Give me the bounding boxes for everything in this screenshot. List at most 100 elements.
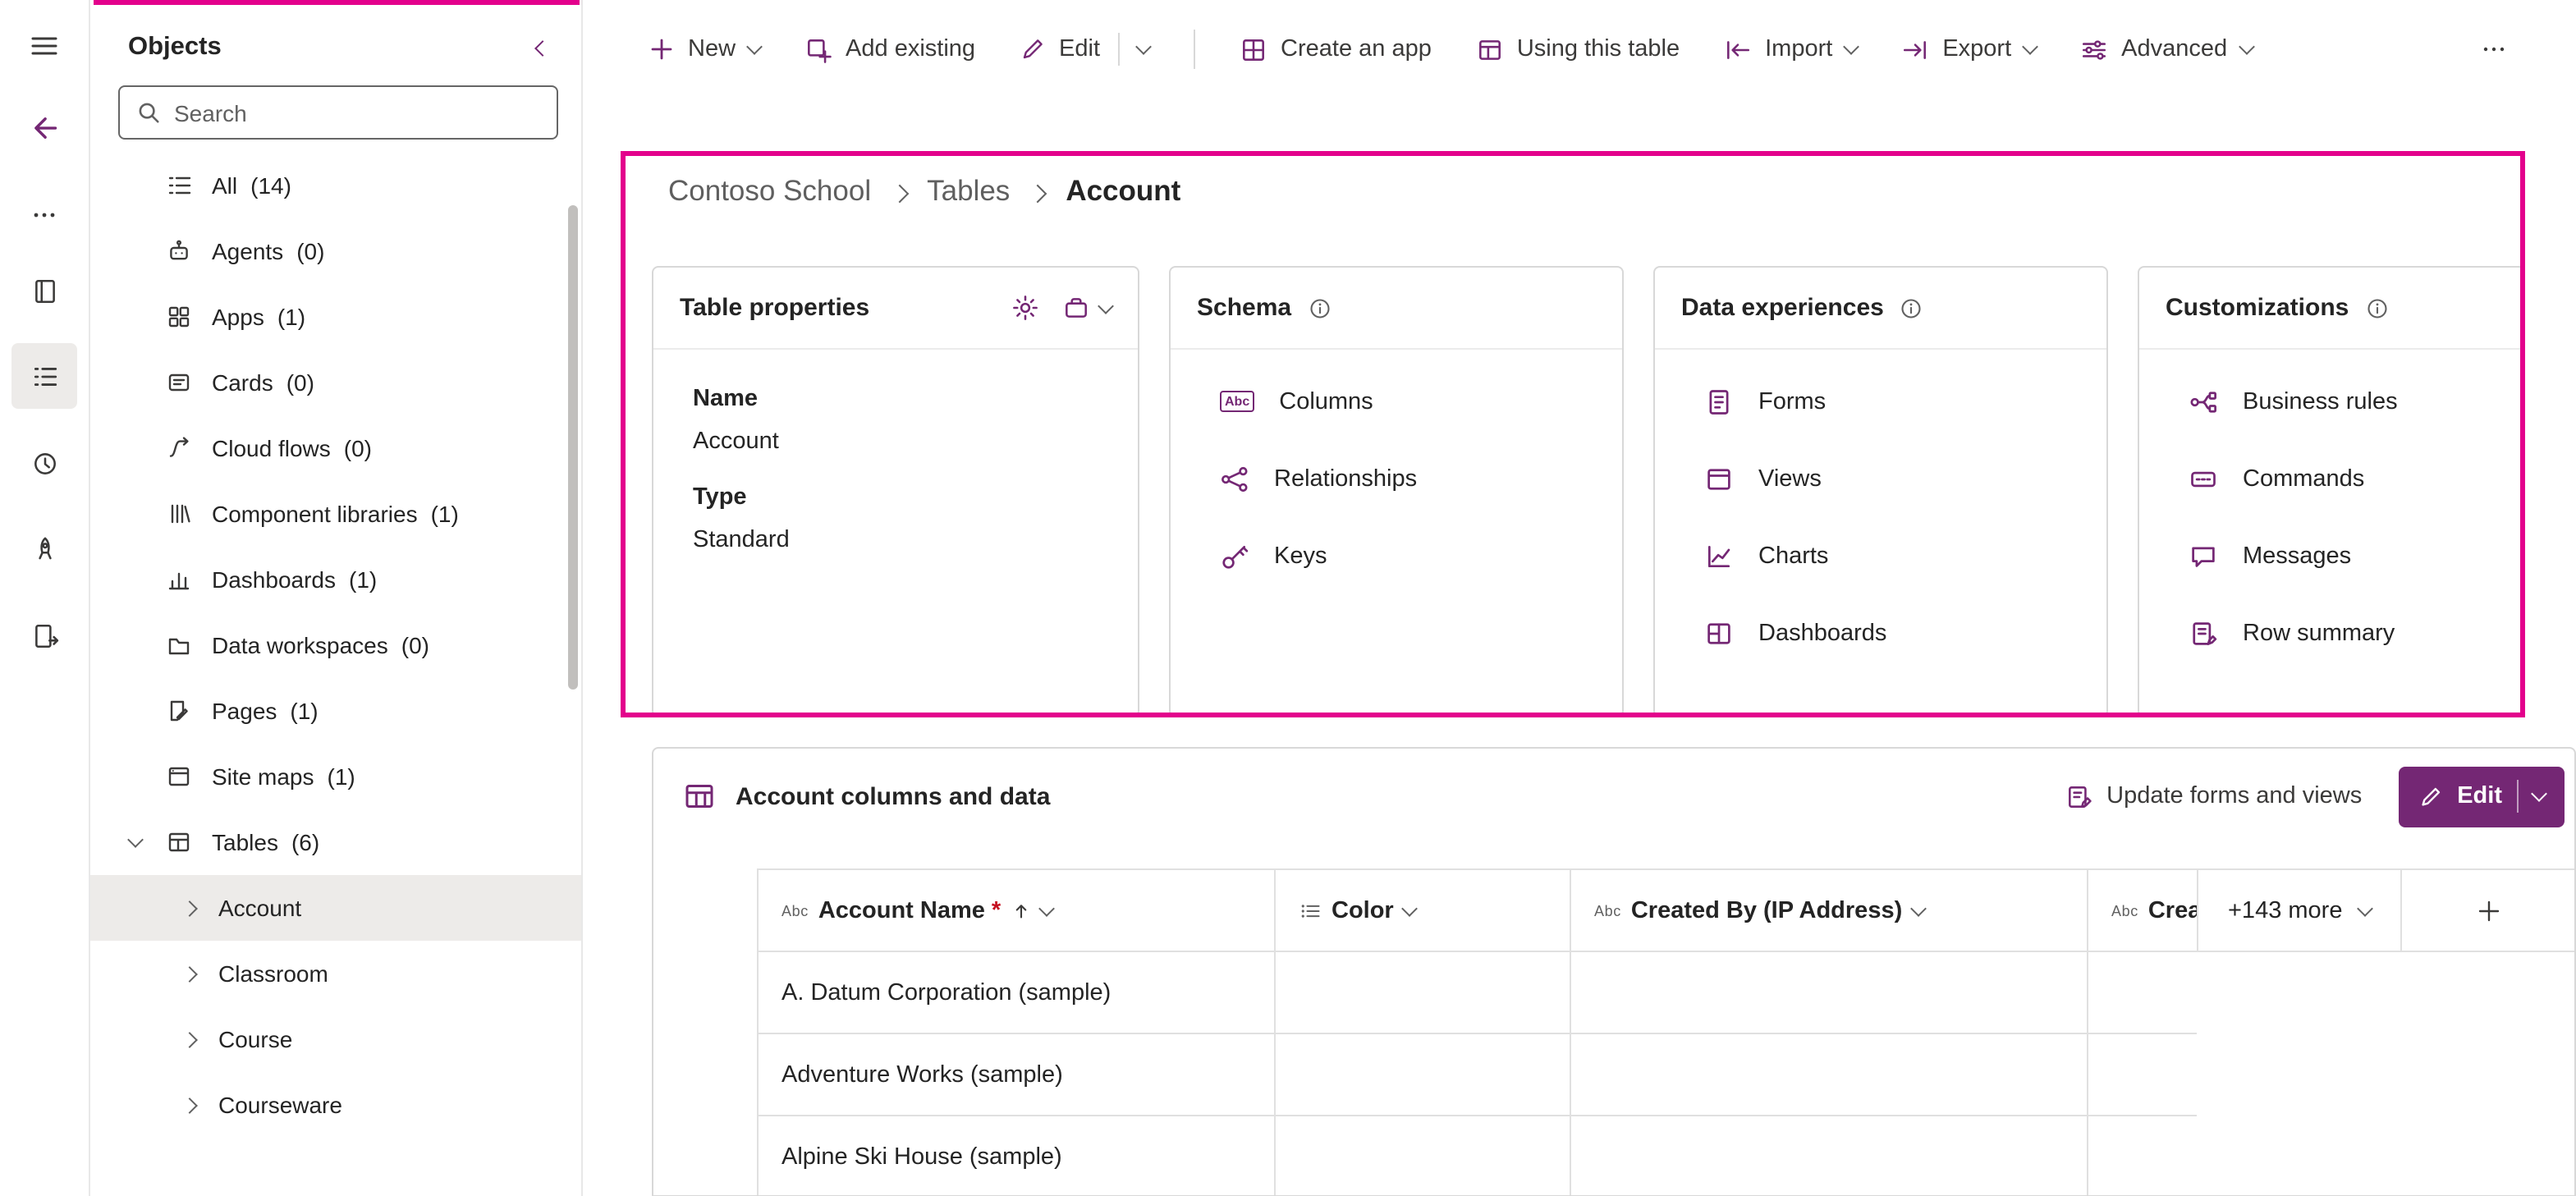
column-header-account-name[interactable]: Abc Account Name * [759,870,1276,951]
sidebar-item-all[interactable]: All (14) [90,153,581,218]
advanced-button[interactable]: Advanced [2080,35,2252,63]
account-name-cell[interactable]: A. Datum Corporation (sample) [759,952,1276,1033]
new-button[interactable]: New [649,36,760,62]
sidebar-item-count: (0) [401,632,429,658]
messages-link[interactable]: Messages [2139,517,2523,594]
search-input[interactable] [174,99,540,126]
message-bubble-icon [2189,541,2218,571]
command-bar-overflow-button[interactable] [2481,36,2507,62]
sidebar-item-count: (1) [349,566,377,593]
chevron-down-icon[interactable] [1138,46,1149,53]
dashboards-link[interactable]: Dashboards [1655,594,2106,671]
table-row[interactable]: Alpine Ski House (sample) [759,1116,2197,1196]
info-icon[interactable] [2365,296,2388,319]
add-existing-label: Add existing [846,36,975,62]
schema-keys-link[interactable]: Keys [1171,517,1622,594]
chevron-down-icon[interactable] [1404,907,1415,914]
bar-chart-icon [166,566,192,593]
truncated-cell[interactable] [2088,1034,2198,1115]
rail-export-solution-button[interactable] [11,603,77,668]
import-button[interactable]: Import [1724,35,1857,63]
sidebar-item-component-libraries[interactable]: Component libraries (1) [90,481,581,547]
update-forms-and-views-button[interactable]: Update forms and views [2065,782,2362,810]
sidebar-item-data-workspaces[interactable]: Data workspaces (0) [90,612,581,678]
account-name-cell[interactable]: Adventure Works (sample) [759,1034,1276,1115]
created-by-ip-cell[interactable] [1571,1034,2088,1115]
sidebar-item-cards[interactable]: Cards (0) [90,350,581,415]
table-hub-cards: Table properties Name Account Type Stand… [652,266,2525,717]
sidebar-item-tables[interactable]: Tables (6) [90,809,581,875]
sidebar-scrollbar[interactable] [568,205,578,690]
column-header-truncated[interactable]: Abc Crea [2088,870,2198,951]
sidebar-item-table-classroom[interactable]: Classroom [90,941,581,1006]
info-icon[interactable] [1900,296,1923,319]
sidebar-item-site-maps[interactable]: Site maps (1) [90,744,581,809]
sidebar-item-agents[interactable]: Agents (0) [90,218,581,284]
breadcrumb-solution[interactable]: Contoso School [668,174,871,208]
forms-link[interactable]: Forms [1655,363,2106,440]
sidebar-item-table-course[interactable]: Course [90,1006,581,1072]
sidebar-item-table-account[interactable]: Account [90,875,581,941]
edit-data-button[interactable]: Edit [2398,766,2565,827]
create-an-app-button[interactable]: Create an app [1240,35,1432,63]
breadcrumb-tables[interactable]: Tables [927,174,1010,208]
color-cell[interactable] [1276,1116,1571,1196]
rail-history-button[interactable] [11,430,77,496]
back-arrow-icon [30,113,59,143]
sidebar-search[interactable] [118,85,558,140]
truncated-cell[interactable] [2088,1116,2198,1196]
business-rules-link[interactable]: Business rules [2139,363,2523,440]
chevron-down-icon[interactable] [2533,793,2545,800]
card-item-label: Messages [2243,543,2351,569]
hamburger-menu-button[interactable] [11,13,77,79]
sidebar-item-pages[interactable]: Pages (1) [90,678,581,744]
schema-relationships-link[interactable]: Relationships [1171,440,1622,517]
page-export-icon [30,621,58,649]
sidebar-item-dashboards[interactable]: Dashboards (1) [90,547,581,612]
using-this-table-button[interactable]: Using this table [1476,35,1680,63]
created-by-ip-cell[interactable] [1571,952,2088,1033]
folder-icon [166,632,192,658]
rail-more-button[interactable] [11,182,77,248]
sidebar-item-apps[interactable]: Apps (1) [90,284,581,350]
add-existing-icon [804,35,832,63]
column-header-color[interactable]: Color [1276,870,1571,951]
text-type-icon: Abc [782,902,809,919]
column-header-created-by-ip[interactable]: Abc Created By (IP Address) [1571,870,2088,951]
rail-environments-button[interactable] [11,258,77,323]
add-column-button[interactable] [2401,870,2576,951]
chevron-down-icon[interactable] [1912,907,1923,914]
table-row[interactable]: Adventure Works (sample) [759,1034,2197,1116]
settings-gear-icon[interactable] [1011,294,1039,322]
edit-split-button[interactable]: Edit [1020,33,1149,66]
chevron-down-icon[interactable] [1040,907,1052,914]
commands-link[interactable]: Commands [2139,440,2523,517]
color-cell[interactable] [1276,952,1571,1033]
tools-dropdown[interactable] [1062,294,1112,322]
rail-objects-button[interactable] [11,343,77,409]
charts-link[interactable]: Charts [1655,517,2106,594]
color-cell[interactable] [1276,1034,1571,1115]
created-by-ip-cell[interactable] [1571,1116,2088,1196]
sidebar-item-table-courseware[interactable]: Courseware [90,1072,581,1138]
rail-launch-button[interactable] [11,516,77,581]
account-name-cell[interactable]: Alpine Ski House (sample) [759,1116,1276,1196]
import-label: Import [1765,36,1832,62]
info-icon[interactable] [1308,296,1331,319]
truncated-cell[interactable] [2088,952,2198,1033]
card-item-label: Dashboards [1758,620,1886,646]
schema-columns-link[interactable]: Abc Columns [1171,363,1622,440]
row-summary-link[interactable]: Row summary [2139,594,2523,671]
add-existing-button[interactable]: Add existing [804,35,975,63]
views-link[interactable]: Views [1655,440,2106,517]
advanced-label: Advanced [2121,36,2227,62]
text-type-icon: Abc [2111,902,2138,919]
export-button[interactable]: Export [1901,35,2036,63]
back-button[interactable] [11,95,77,161]
sidebar-item-cloud-flows[interactable]: Cloud flows (0) [90,415,581,481]
card-icon [166,369,192,396]
collapse-sidebar-button[interactable] [532,42,548,53]
type-label: Type [693,484,1098,511]
more-columns-button[interactable]: +143 more [2198,870,2400,951]
table-row[interactable]: A. Datum Corporation (sample) [759,952,2197,1034]
